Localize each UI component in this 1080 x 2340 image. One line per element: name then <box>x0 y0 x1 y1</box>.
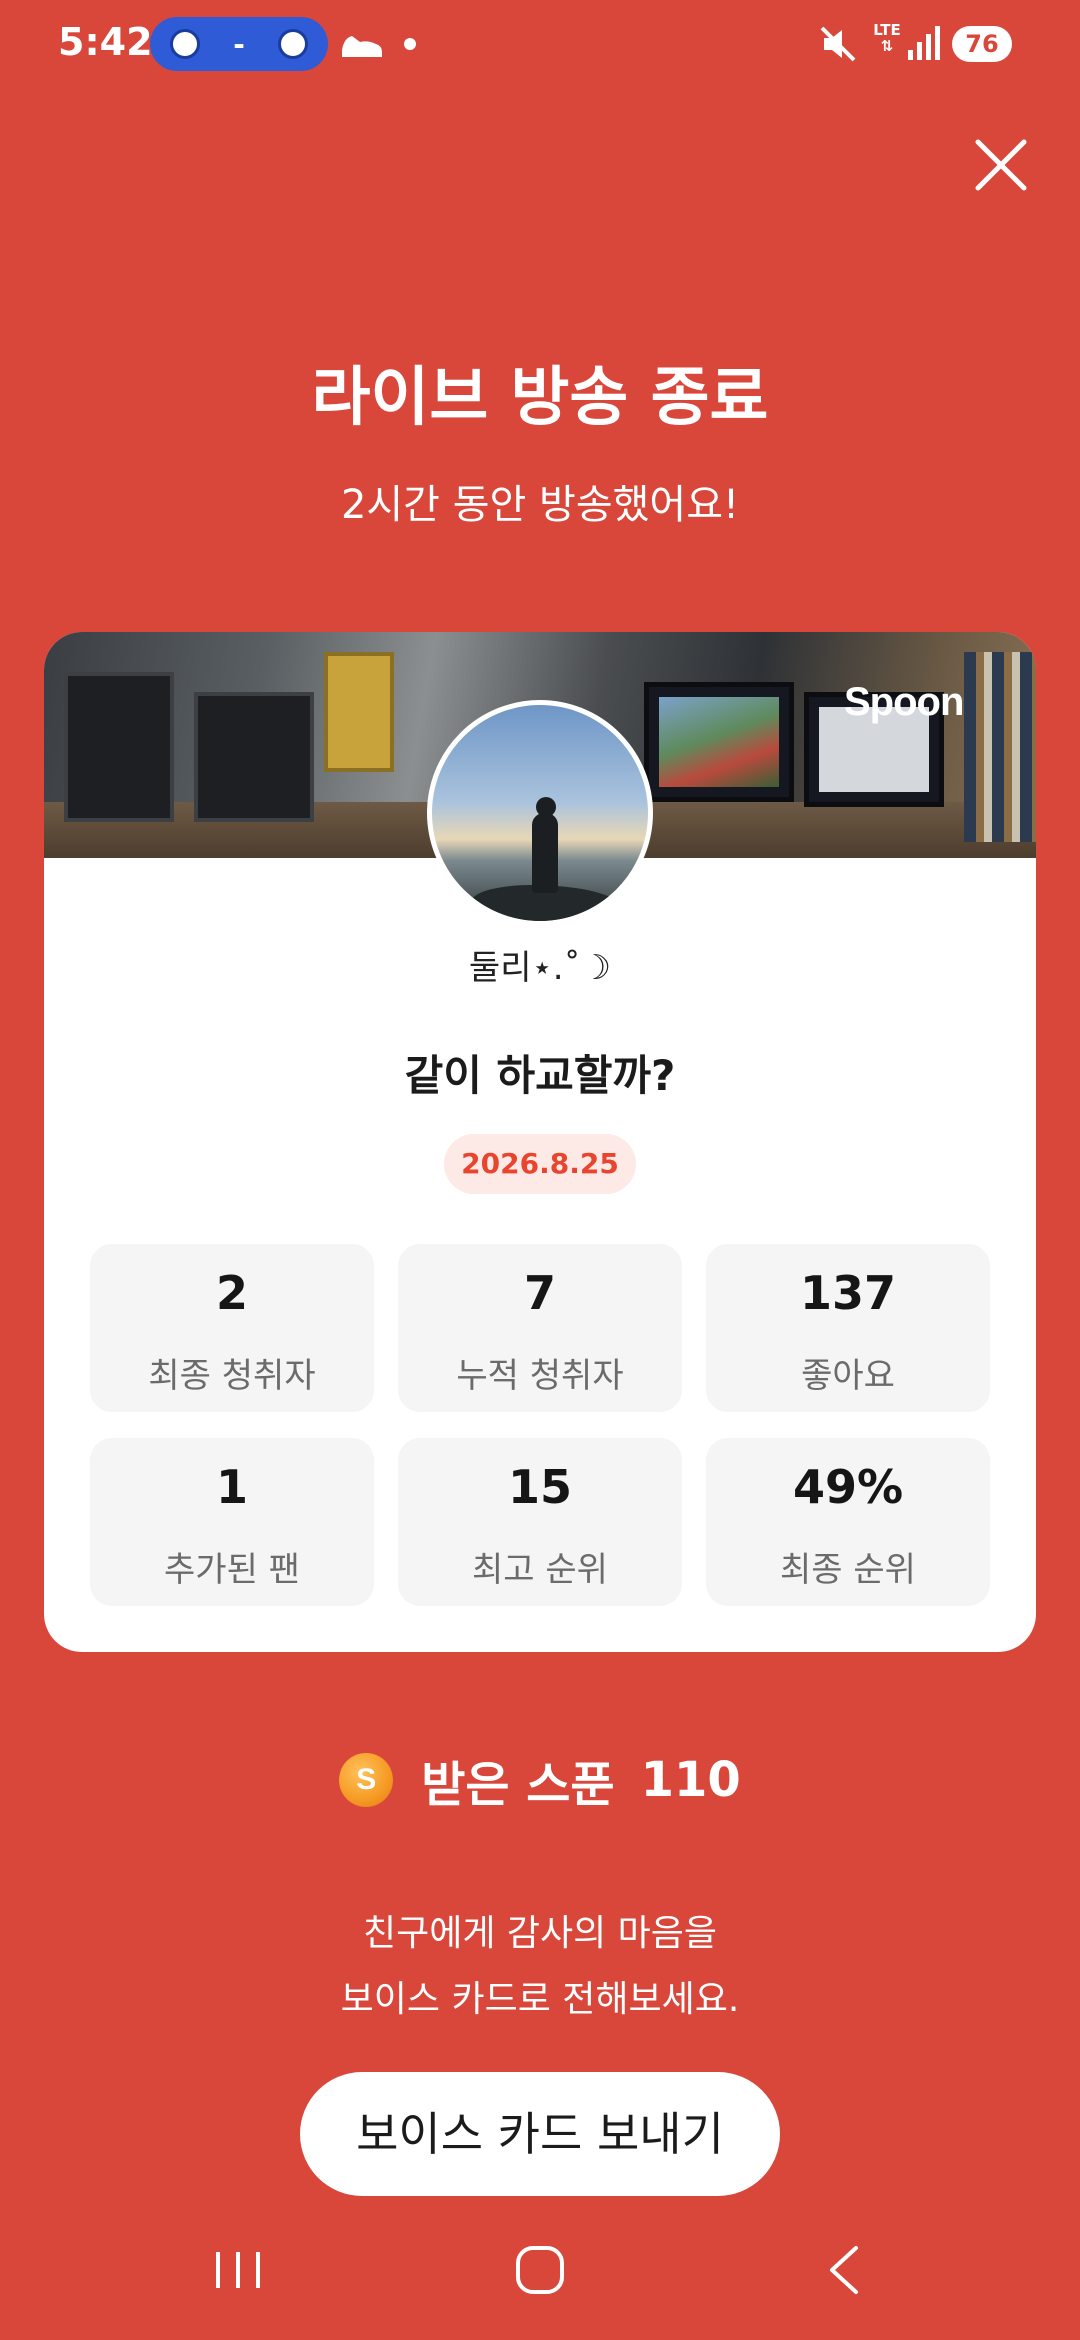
broadcast-summary-card: Spoon 둘리⋆.˚☽ 같이 하교할까? 2026.8.25 2 최종 청취자… <box>44 632 1036 1652</box>
received-spoons: S 받은 스푼 110 <box>0 1748 1080 1813</box>
broadcast-date-badge: 2026.8.25 <box>444 1134 636 1194</box>
live-score-pill[interactable]: - <box>150 17 328 71</box>
avatar-person <box>532 813 558 893</box>
banner-monitor <box>644 682 794 802</box>
banner-monitor-screen <box>659 697 779 787</box>
recent-apps-icon[interactable] <box>212 2248 264 2292</box>
stat-best-rank: 15 최고 순위 <box>398 1438 682 1606</box>
stat-label: 누적 청취자 <box>456 1356 624 1396</box>
stat-value: 1 <box>215 1460 248 1514</box>
banner-bookshelf <box>964 652 1036 842</box>
voice-card-message-line1: 친구에게 감사의 마음을 <box>362 1913 718 1954</box>
stat-value: 137 <box>799 1266 897 1320</box>
notification-dot-icon <box>404 38 416 50</box>
stat-label: 최종 순위 <box>780 1550 916 1590</box>
stat-final-rank: 49% 최종 순위 <box>706 1438 990 1606</box>
status-time: 5:42 <box>58 20 153 64</box>
stat-value: 15 <box>507 1460 572 1514</box>
home-icon[interactable] <box>514 2244 566 2296</box>
banner-printer <box>194 692 314 822</box>
host-nickname: 둘리⋆.˚☽ <box>468 948 612 988</box>
send-voice-card-button[interactable]: 보이스 카드 보내기 <box>300 2072 780 2196</box>
sneaker-icon <box>342 36 382 57</box>
spoon-coin-icon: S <box>339 1753 394 1807</box>
battery-badge: 76 <box>952 26 1012 62</box>
stat-new-fans: 1 추가된 팬 <box>90 1438 374 1606</box>
team-logo-icon <box>170 29 200 59</box>
page-title: 라이브 방송 종료 <box>311 361 769 435</box>
score-dash: - <box>233 27 245 61</box>
stat-likes: 137 좋아요 <box>706 1244 990 1412</box>
stat-total-listeners: 7 누적 청취자 <box>398 1244 682 1412</box>
stat-value: 2 <box>215 1266 248 1320</box>
stat-label: 최종 청취자 <box>148 1356 316 1396</box>
team-logo-icon <box>278 29 308 59</box>
stat-label: 최고 순위 <box>472 1550 608 1590</box>
lte-icon: LTE ⇅ <box>873 21 901 55</box>
stat-value: 49% <box>792 1460 904 1514</box>
voice-card-message-line2: 보이스 카드로 전해보세요. <box>340 1979 740 2020</box>
stat-value: 7 <box>523 1266 556 1320</box>
live-title: 같이 하교할까? <box>404 1051 676 1100</box>
status-bar: 5:42 - LTE ⇅ 76 <box>0 0 1080 90</box>
mute-icon <box>820 26 856 62</box>
back-icon[interactable] <box>822 2244 866 2296</box>
close-icon[interactable] <box>968 132 1034 198</box>
signal-icon <box>908 26 940 60</box>
stat-label: 좋아요 <box>801 1356 895 1396</box>
broadcast-duration: 2시간 동안 방송했어요! <box>340 482 740 528</box>
banner-shelf-item <box>324 652 394 772</box>
stat-label: 추가된 팬 <box>164 1550 300 1590</box>
received-spoons-count: 110 <box>640 1752 741 1808</box>
received-spoons-label: 받은 스푼 <box>421 1757 615 1813</box>
spoon-logo: Spoon <box>844 680 964 724</box>
avatar[interactable] <box>427 700 653 926</box>
stat-final-listeners: 2 최종 청취자 <box>90 1244 374 1412</box>
network-type: LTE <box>873 21 901 39</box>
banner-printer <box>64 672 174 822</box>
